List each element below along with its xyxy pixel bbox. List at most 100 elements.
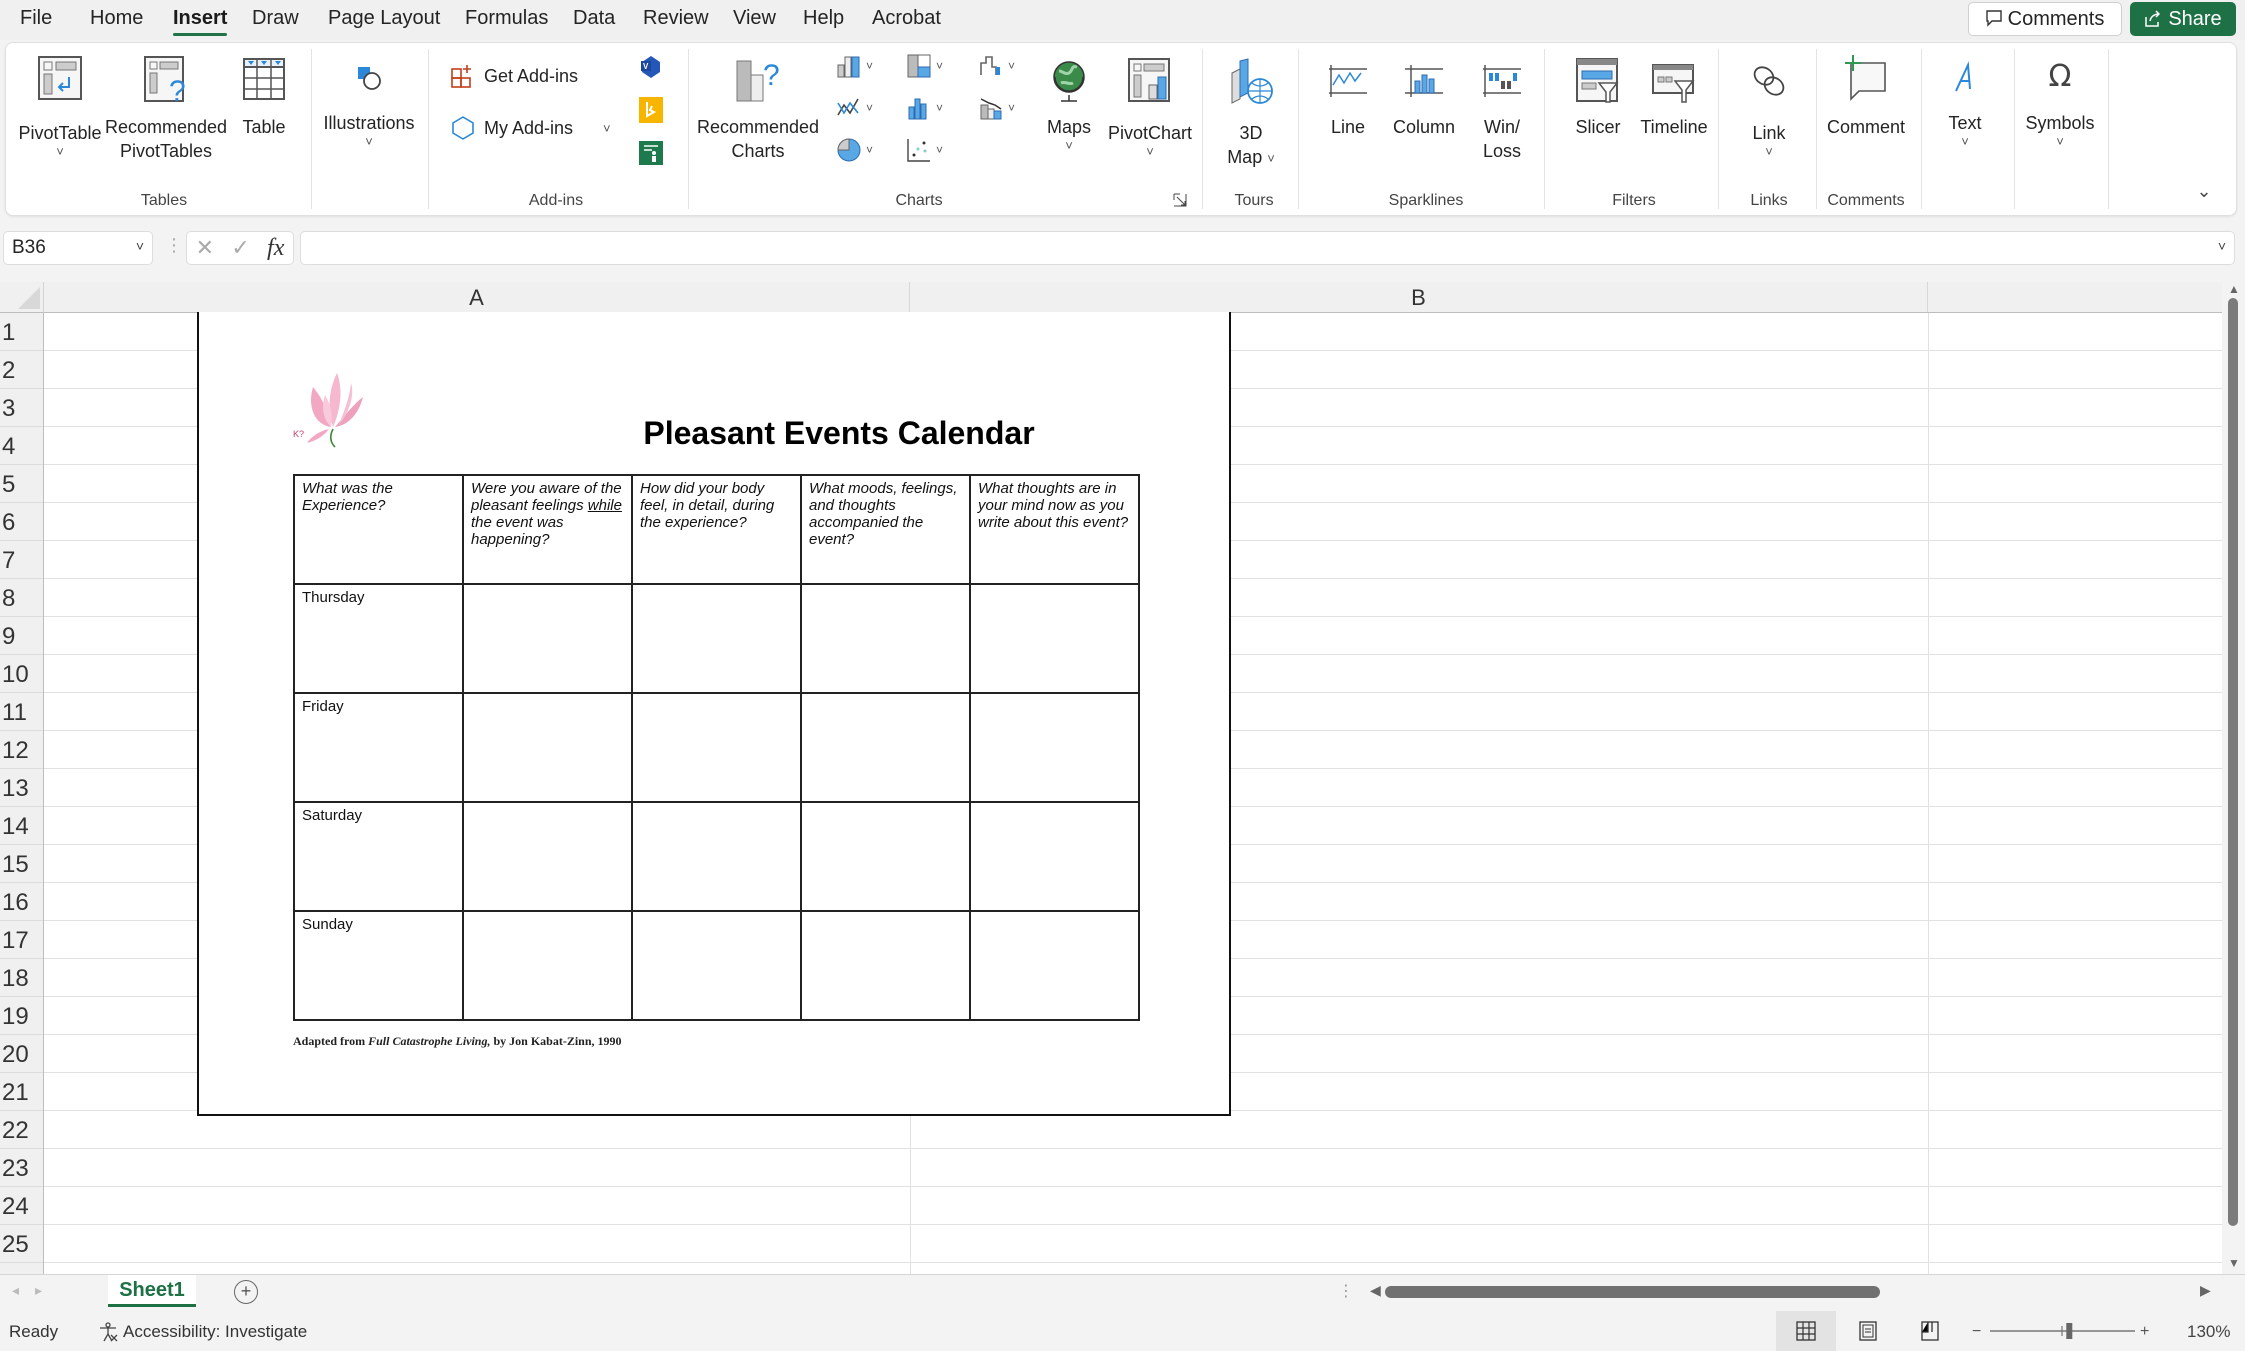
insert-combo-chart-button[interactable]: ˅ xyxy=(978,95,1015,121)
share-button[interactable]: Share xyxy=(2130,2,2236,36)
link-button[interactable]: Link ˅ xyxy=(1752,121,1785,159)
scroll-down-arrow-icon[interactable]: ▼ xyxy=(2228,1256,2240,1270)
illustrations-button[interactable]: Illustrations ˅ xyxy=(323,111,414,149)
row-header-21[interactable]: 21 xyxy=(0,1073,43,1111)
tab-review[interactable]: Review xyxy=(643,7,709,30)
tab-home[interactable]: Home xyxy=(90,7,143,30)
symbols-button[interactable]: Symbols ˅ xyxy=(2025,111,2094,149)
3d-map-button[interactable]: 3D Map ˅ xyxy=(1227,121,1275,171)
row-header-7[interactable]: 7 xyxy=(0,541,43,579)
pivot-table-button[interactable]: PivotTable ˅ xyxy=(18,121,101,159)
row-header-10[interactable]: 10 xyxy=(0,655,43,693)
row-header-3[interactable]: 3 xyxy=(0,389,43,427)
tab-acrobat[interactable]: Acrobat xyxy=(872,7,941,30)
scroll-left-arrow-icon[interactable]: ◀ xyxy=(1370,1282,1381,1299)
vertical-scrollbar[interactable]: ▲ ▼ xyxy=(2222,282,2245,1274)
sheet-tab-sheet1[interactable]: Sheet1 xyxy=(108,1275,196,1307)
row-header-11[interactable]: 11 xyxy=(0,693,43,731)
page-layout-view-button[interactable] xyxy=(1838,1311,1898,1351)
insert-line-chart-button[interactable]: ˅ xyxy=(836,95,873,121)
row-header-19[interactable]: 19 xyxy=(0,997,43,1035)
horizontal-scrollbar[interactable]: ⋮ ◀ ▶ xyxy=(1330,1275,2235,1309)
row-header-1[interactable]: 1 xyxy=(0,313,43,351)
table-button[interactable]: Table xyxy=(242,115,285,139)
page-break-view-button[interactable] xyxy=(1900,1311,1960,1351)
expand-formula-bar-icon[interactable]: ˅ xyxy=(2218,238,2226,254)
sheet-nav-arrows-icon[interactable]: ◂▸ xyxy=(12,1282,58,1299)
cancel-icon[interactable]: ✕ xyxy=(196,235,214,261)
column-header-b[interactable]: B xyxy=(910,282,1928,312)
row-header-8[interactable]: 8 xyxy=(0,579,43,617)
insert-function-icon[interactable]: fx xyxy=(267,235,284,262)
column-header-c[interactable] xyxy=(1928,282,2222,312)
sparkline-line-button[interactable]: Line xyxy=(1331,115,1365,139)
vertical-scroll-thumb[interactable] xyxy=(2228,298,2238,1226)
maps-button[interactable]: Maps ˅ xyxy=(1047,115,1091,153)
row-header-23[interactable]: 23 xyxy=(0,1149,43,1187)
name-box[interactable]: B36 ˅ xyxy=(3,231,153,265)
tab-page-layout[interactable]: Page Layout xyxy=(328,7,440,30)
tab-view[interactable]: View xyxy=(733,7,776,30)
row-header-18[interactable]: 18 xyxy=(0,959,43,997)
row-header-14[interactable]: 14 xyxy=(0,807,43,845)
accessibility-status[interactable]: Accessibility: Investigate xyxy=(97,1321,307,1343)
new-comment-button[interactable]: Comment xyxy=(1827,115,1905,139)
recommended-pivottables-button[interactable]: Recommended PivotTables xyxy=(105,115,227,163)
my-addins-button[interactable]: My Add-ins ˅ xyxy=(450,115,611,141)
people-graph-icon[interactable] xyxy=(639,141,663,170)
tab-insert[interactable]: Insert xyxy=(173,7,228,36)
tab-formulas[interactable]: Formulas xyxy=(465,7,548,30)
insert-pie-chart-button[interactable]: ˅ xyxy=(836,137,873,163)
insert-statistic-chart-button[interactable]: ˅ xyxy=(906,95,943,121)
timeline-button[interactable]: Timeline xyxy=(1640,115,1707,139)
column-header-a[interactable]: A xyxy=(44,282,910,312)
row-header-15[interactable]: 15 xyxy=(0,845,43,883)
text-button[interactable]: Text ˅ xyxy=(1948,111,1981,149)
row-header-17[interactable]: 17 xyxy=(0,921,43,959)
enter-check-icon[interactable]: ✓ xyxy=(231,235,249,261)
row-header-22[interactable]: 22 xyxy=(0,1111,43,1149)
tab-help[interactable]: Help xyxy=(803,7,844,30)
zoom-slider[interactable]: − + xyxy=(1970,1320,2155,1342)
bing-maps-icon[interactable] xyxy=(639,97,663,128)
row-header-12[interactable]: 12 xyxy=(0,731,43,769)
row-header-6[interactable]: 6 xyxy=(0,503,43,541)
recommended-charts-button[interactable]: Recommended Charts xyxy=(697,115,819,163)
split-handle-icon[interactable]: ⋮ xyxy=(1338,1281,1354,1301)
tab-data[interactable]: Data xyxy=(573,7,615,30)
tab-file[interactable]: File xyxy=(20,7,52,30)
formula-bar-resize-handle[interactable]: ⋮ xyxy=(165,235,183,256)
zoom-level[interactable]: 130% xyxy=(2187,1322,2230,1342)
normal-view-button[interactable] xyxy=(1776,1311,1836,1351)
formula-input[interactable]: ˅ xyxy=(300,231,2235,265)
add-sheet-button[interactable]: + xyxy=(234,1280,258,1304)
row-header-25[interactable]: 25 xyxy=(0,1225,43,1263)
row-header-5[interactable]: 5 xyxy=(0,465,43,503)
row-header-24[interactable]: 24 xyxy=(0,1187,43,1225)
select-all-button[interactable] xyxy=(0,282,44,313)
row-header-9[interactable]: 9 xyxy=(0,617,43,655)
row-header-2[interactable]: 2 xyxy=(0,351,43,389)
insert-waterfall-chart-button[interactable]: ˅ xyxy=(978,53,1015,79)
slicer-button[interactable]: Slicer xyxy=(1575,115,1620,139)
visio-icon[interactable]: V xyxy=(639,55,663,84)
row-header-16[interactable]: 16 xyxy=(0,883,43,921)
get-addins-button[interactable]: Get Add-ins xyxy=(450,63,578,89)
scroll-up-arrow-icon[interactable]: ▲ xyxy=(2228,282,2240,296)
row-header-13[interactable]: 13 xyxy=(0,769,43,807)
row-header-20[interactable]: 20 xyxy=(0,1035,43,1073)
insert-hierarchy-chart-button[interactable]: ˅ xyxy=(906,53,943,79)
tab-draw[interactable]: Draw xyxy=(252,7,299,30)
insert-column-chart-button[interactable]: ˅ xyxy=(836,53,873,79)
insert-scatter-chart-button[interactable]: ˅ xyxy=(906,137,943,163)
horizontal-scroll-thumb[interactable] xyxy=(1385,1286,1880,1298)
row-header-4[interactable]: 4 xyxy=(0,427,43,465)
dialog-launcher-icon[interactable] xyxy=(1173,193,1187,212)
scroll-right-arrow-icon[interactable]: ▶ xyxy=(2200,1282,2211,1299)
collapse-ribbon-icon[interactable]: ⌄ xyxy=(2196,181,2211,202)
comments-button[interactable]: Comments xyxy=(1968,2,2122,36)
sparkline-winloss-button[interactable]: Win/ Loss xyxy=(1483,115,1521,163)
embedded-picture[interactable]: K? Pleasant Events Calendar What was the… xyxy=(197,312,1231,1116)
pivot-chart-button[interactable]: PivotChart ˅ xyxy=(1108,121,1192,159)
sparkline-column-button[interactable]: Column xyxy=(1393,115,1455,139)
